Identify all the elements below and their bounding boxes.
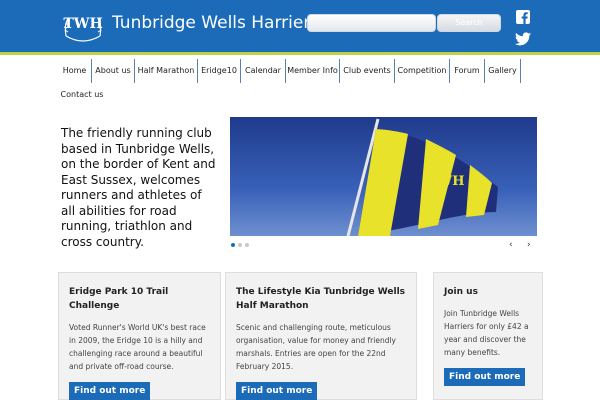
card-body: Join Tunbridge Wells Harriers for only £… (444, 309, 529, 357)
intro-text: The friendly running club based in Tunbr… (61, 126, 216, 249)
nav-item-club-events[interactable]: Club events (340, 59, 395, 83)
nav-item-competition[interactable]: Competition (395, 59, 450, 83)
card-eridge-park: Eridge Park 10 Trail Challenge Voted Run… (58, 272, 221, 400)
nav-item-about-us[interactable]: About us (92, 59, 135, 83)
nav-item-gallery[interactable]: Gallery (485, 59, 521, 83)
nav-item-forum[interactable]: Forum (450, 59, 485, 83)
nav-item-half-marathon[interactable]: Half Marathon (135, 59, 198, 83)
find-out-more-button[interactable]: Find out more (69, 382, 151, 400)
find-out-more-button[interactable]: Find out more (236, 382, 318, 400)
card-title: Eridge Park 10 Trail Challenge (69, 287, 169, 311)
header-accent-line (0, 52, 600, 55)
slider-dot-1[interactable] (231, 243, 235, 247)
card-half-marathon: The Lifestyle Kia Tunbridge Wells Half M… (225, 272, 417, 400)
card-join-us: Join us Join Tunbridge Wells Harriers fo… (433, 272, 543, 400)
find-out-more-button[interactable]: Find out more (444, 368, 526, 386)
slider-next-arrow[interactable]: › (527, 240, 531, 250)
main-navigation: Home About us Half Marathon Eridge10 Cal… (58, 59, 548, 107)
nav-item-home[interactable]: Home (58, 59, 92, 83)
search-input[interactable] (307, 14, 436, 32)
svg-text:TWH: TWH (63, 16, 102, 32)
svg-text:TWH: TWH (428, 174, 465, 189)
facebook-icon[interactable] (516, 9, 530, 24)
nav-item-eridge10[interactable]: Eridge10 (198, 59, 241, 83)
card-title: The Lifestyle Kia Tunbridge Wells Half M… (236, 287, 406, 311)
slider-dot-3[interactable] (245, 243, 249, 247)
nav-item-calendar[interactable]: Calendar (241, 59, 286, 83)
nav-item-member-info[interactable]: Member Info (286, 59, 340, 83)
card-body: Voted Runner's World UK's best race in 2… (69, 323, 206, 371)
card-body: Scenic and challenging route, meticulous… (236, 323, 396, 371)
club-logo[interactable]: TWH (60, 6, 106, 48)
slider-dot-2[interactable] (238, 243, 242, 247)
site-title[interactable]: Tunbridge Wells Harriers (112, 13, 319, 33)
twitter-icon[interactable] (515, 31, 531, 46)
image-slider[interactable]: TWH (230, 117, 537, 236)
search-button[interactable]: Search (437, 14, 501, 32)
nav-item-contact-us[interactable]: Contact us (58, 83, 106, 107)
card-title: Join us (444, 287, 478, 297)
slider-prev-arrow[interactable]: ‹ (509, 240, 513, 250)
